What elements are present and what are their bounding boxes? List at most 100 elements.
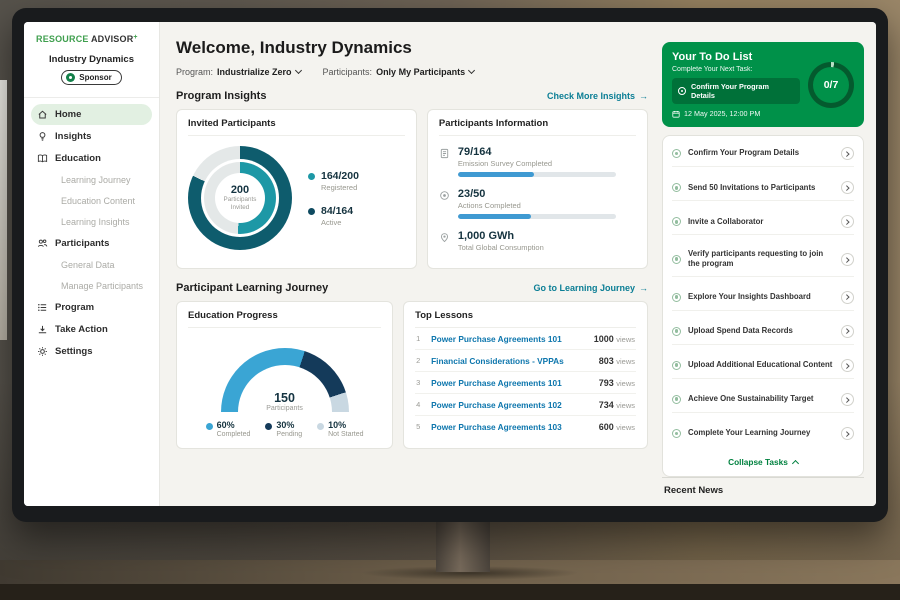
next-task-chip[interactable]: Confirm Your Program Details [672, 78, 800, 104]
app-logo: RESOURCE ADVISOR+ [24, 22, 159, 44]
lesson-row[interactable]: 5 Power Purchase Agreements 103 600 view… [415, 416, 636, 437]
legend-value: 10% [328, 420, 363, 430]
survey-document-icon [439, 148, 450, 159]
arrow-right-icon: → [639, 283, 648, 293]
lesson-row[interactable]: 4 Power Purchase Agreements 102 734 view… [415, 394, 636, 416]
lesson-link[interactable]: Financial Considerations - VPPAs [431, 356, 564, 366]
main-panel: Welcome, Industry Dynamics Program: Indu… [160, 22, 660, 506]
chevron-right-icon[interactable] [841, 253, 854, 266]
legend-dot [265, 423, 272, 430]
participants-filter-dropdown[interactable]: Participants: Only My Participants [323, 67, 475, 77]
legend-value: 84/164 [321, 205, 353, 217]
chevron-right-icon[interactable] [841, 325, 854, 338]
task-row[interactable]: Upload Additional Educational Content [672, 353, 854, 379]
chevron-right-icon[interactable] [841, 147, 854, 160]
lesson-views-count: 734 [599, 400, 614, 410]
lesson-row[interactable]: 3 Power Purchase Agreements 101 793 view… [415, 372, 636, 394]
chevron-up-icon [792, 459, 799, 466]
program-filter-dropdown[interactable]: Program: Industrialize Zero [176, 67, 301, 77]
sidebar-item-insights[interactable]: Insights [31, 126, 152, 147]
lesson-link[interactable]: Power Purchase Agreements 101 [431, 334, 562, 344]
floor [0, 584, 900, 600]
task-label: Verify participants requesting to join t… [688, 249, 834, 269]
sponsor-badge: Sponsor [61, 70, 121, 85]
chevron-right-icon[interactable] [841, 215, 854, 228]
check-more-insights-link[interactable]: Check More Insights → [547, 91, 648, 101]
logo-plus: + [133, 34, 137, 41]
sidebar-item-education-content[interactable]: Education Content [31, 191, 152, 211]
sidebar-item-manage-participants[interactable]: Manage Participants [31, 276, 152, 296]
task-row[interactable]: Confirm Your Program Details [672, 141, 854, 167]
sidebar-item-program[interactable]: Program [31, 297, 152, 318]
stat-value: 1,000 GWh [458, 230, 544, 242]
section-title: Program Insights [176, 90, 266, 102]
program-filter-label: Program: [176, 67, 213, 77]
sidebar-item-label: Participants [55, 238, 109, 249]
task-row[interactable]: Send 50 Invitations to Participants [672, 175, 854, 201]
education-progress-card: Education Progress 150 Participants [176, 301, 393, 449]
learning-cards-row: Education Progress 150 Participants [176, 301, 648, 449]
top-lessons-card: Top Lessons 1 Power Purchase Agreements … [403, 301, 648, 449]
sidebar-item-learning-journey[interactable]: Learning Journey [31, 170, 152, 190]
task-target-icon [672, 429, 681, 438]
background-window-light [0, 80, 7, 340]
invited-participants-body: 200 Participants Invited 164/200 [188, 136, 405, 250]
home-icon [37, 109, 48, 120]
legend-label: Not Started [328, 431, 363, 438]
lesson-row[interactable]: 2 Financial Considerations - VPPAs 803 v… [415, 350, 636, 372]
chevron-right-icon[interactable] [841, 393, 854, 406]
sidebar-item-participants[interactable]: Participants [31, 233, 152, 254]
lesson-link[interactable]: Power Purchase Agreements 102 [431, 400, 562, 410]
logo-text-secondary: ADVISOR [91, 34, 133, 44]
sidebar-item-label: Take Action [55, 324, 108, 335]
lesson-link[interactable]: Power Purchase Agreements 103 [431, 422, 562, 432]
sidebar-item-label: Home [55, 109, 81, 120]
progress-bar-fill [458, 172, 534, 177]
education-gauge: 150 Participants [221, 348, 349, 412]
stat-emission-survey: 79/164 Emission Survey Completed [439, 146, 636, 177]
sidebar-item-home[interactable]: Home [31, 104, 152, 125]
task-row[interactable]: Explore Your Insights Dashboard [672, 285, 854, 311]
recent-news-title: Recent News [664, 485, 862, 496]
invited-donut-ring: 200 Participants Invited [188, 146, 292, 250]
lesson-rank: 4 [416, 400, 424, 409]
task-label: Invite a Collaborator [688, 217, 834, 227]
target-icon [678, 87, 686, 95]
screen: RESOURCE ADVISOR+ Industry Dynamics Spon… [24, 22, 876, 506]
collapse-tasks-button[interactable]: Collapse Tasks [672, 450, 854, 475]
task-row[interactable]: Verify participants requesting to join t… [672, 243, 854, 276]
education-progress-body: 150 Participants 60% Completed [188, 328, 381, 440]
stat-actions-completed: 23/50 Actions Completed [439, 188, 636, 219]
task-row[interactable]: Achieve One Sustainability Target [672, 387, 854, 413]
sidebar-item-label: Learning Journey [61, 175, 131, 185]
task-row[interactable]: Invite a Collaborator [672, 209, 854, 235]
task-row[interactable]: Complete Your Learning Journey [672, 421, 854, 446]
go-to-learning-journey-link[interactable]: Go to Learning Journey → [533, 283, 648, 293]
sidebar-item-label: Learning Insights [61, 217, 130, 227]
task-label: Complete Your Learning Journey [688, 428, 834, 438]
next-task-time-text: 12 May 2025, 12:00 PM [684, 109, 760, 118]
stat-label: Total Global Consumption [458, 243, 544, 252]
invited-legend: 164/200 Registered 84/164 Active [308, 170, 359, 227]
participants-information-card: Participants Information 79/164 Emission… [427, 109, 648, 269]
sidebar-item-settings[interactable]: Settings [31, 341, 152, 362]
recent-news-section: Recent News [662, 477, 864, 500]
sidebar-item-general-data[interactable]: General Data [31, 255, 152, 275]
monitor-stand [436, 518, 490, 572]
progress-bar-fill [458, 214, 531, 219]
chevron-right-icon[interactable] [841, 359, 854, 372]
task-label: Explore Your Insights Dashboard [688, 292, 834, 302]
lesson-row[interactable]: 1 Power Purchase Agreements 101 1000 vie… [415, 328, 636, 350]
chevron-right-icon[interactable] [841, 291, 854, 304]
chevron-right-icon[interactable] [841, 427, 854, 440]
sidebar-item-learning-insights[interactable]: Learning Insights [31, 212, 152, 232]
legend-dot [308, 208, 315, 215]
lesson-link[interactable]: Power Purchase Agreements 101 [431, 378, 562, 388]
sidebar-item-education[interactable]: Education [31, 148, 152, 169]
chevron-right-icon[interactable] [841, 181, 854, 194]
sidebar-item-take-action[interactable]: Take Action [31, 319, 152, 340]
legend-item-not-started: 10% Not Started [317, 420, 363, 438]
task-row[interactable]: Upload Spend Data Records [672, 319, 854, 345]
card-title: Participants Information [439, 118, 636, 136]
lesson-views-count: 793 [599, 378, 614, 388]
